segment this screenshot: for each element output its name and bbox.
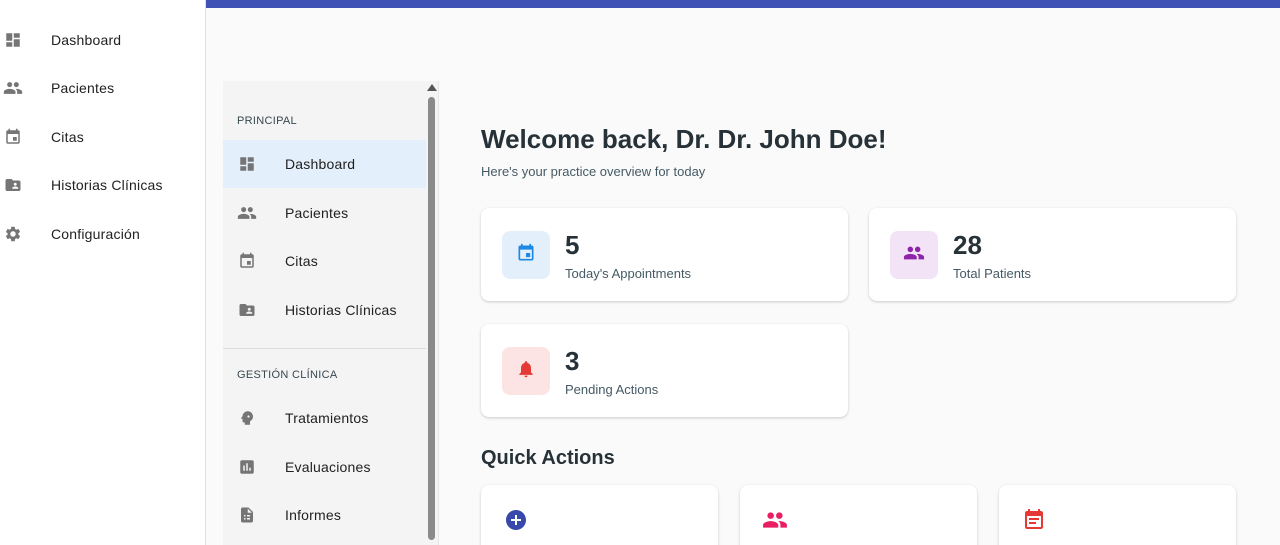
inner-nav-historias[interactable]: Historias Clínicas xyxy=(223,286,426,334)
psychology-icon xyxy=(237,408,257,428)
add-circle-icon xyxy=(503,507,529,533)
stat-badge xyxy=(502,231,550,279)
top-app-bar xyxy=(206,0,1280,8)
report-icon xyxy=(237,505,257,525)
stat-badge xyxy=(890,231,938,279)
inner-nav-label: Citas xyxy=(285,253,318,269)
stat-card-patients[interactable]: 28 Total Patients xyxy=(869,208,1236,301)
stat-label: Total Patients xyxy=(953,266,1032,281)
stat-label: Today's Appointments xyxy=(565,266,692,281)
inner-nav-label: Historias Clínicas xyxy=(285,302,397,318)
inner-nav-dashboard[interactable]: Dashboard xyxy=(223,140,426,188)
gear-icon xyxy=(3,224,23,244)
section-title-principal: PRINCIPAL xyxy=(237,115,297,127)
outer-nav-label: Pacientes xyxy=(51,80,115,96)
inner-nav-label: Pacientes xyxy=(285,205,349,221)
quick-action-patients[interactable] xyxy=(740,485,977,545)
scroll-up-arrow-icon[interactable] xyxy=(427,84,437,91)
people-icon xyxy=(903,242,925,269)
calendar-icon xyxy=(516,243,536,268)
inner-nav-label: Tratamientos xyxy=(285,410,369,426)
quick-action-new[interactable] xyxy=(481,485,718,545)
inner-nav-label: Informes xyxy=(285,507,342,523)
inner-nav-citas[interactable]: Citas xyxy=(223,237,426,285)
people-icon xyxy=(762,507,788,533)
calendar-icon xyxy=(3,127,23,147)
inner-nav-label: Dashboard xyxy=(285,156,356,172)
inner-nav-evaluaciones[interactable]: Evaluaciones xyxy=(223,443,426,491)
people-icon xyxy=(3,78,23,98)
bar-chart-icon xyxy=(237,457,257,477)
people-icon xyxy=(237,203,257,223)
quick-action-schedule[interactable] xyxy=(999,485,1236,545)
inner-nav-informes[interactable]: Informes xyxy=(223,491,426,539)
page-title: Welcome back, Dr. Dr. John Doe! xyxy=(481,124,887,154)
dashboard-icon xyxy=(237,154,257,174)
bell-icon xyxy=(516,359,536,384)
outer-nav-label: Historias Clínicas xyxy=(51,177,163,193)
outer-nav-pacientes[interactable]: Pacientes xyxy=(0,68,206,108)
stat-badge xyxy=(502,347,550,395)
scrollbar-thumb[interactable] xyxy=(428,97,435,540)
event-note-icon xyxy=(1021,507,1047,533)
inner-nav-label: Evaluaciones xyxy=(285,459,371,475)
outer-nav-label: Dashboard xyxy=(51,32,122,48)
quick-actions-title: Quick Actions xyxy=(481,447,615,469)
stat-value: 28 xyxy=(953,230,982,260)
inner-sidebar-scrollbar[interactable] xyxy=(426,81,438,545)
sidebar-divider xyxy=(438,81,439,545)
stat-card-pending[interactable]: 3 Pending Actions xyxy=(481,324,848,417)
section-title-gestion-clinica: GESTIÓN CLÍNICA xyxy=(237,369,338,381)
stat-value: 3 xyxy=(565,346,580,376)
outer-nav-configuracion[interactable]: Configuración xyxy=(0,214,206,254)
outer-nav-dashboard[interactable]: Dashboard xyxy=(0,20,206,60)
page-subtitle: Here's your practice overview for today xyxy=(481,164,706,179)
stat-value: 5 xyxy=(565,230,580,260)
outer-nav-historias[interactable]: Historias Clínicas xyxy=(0,165,206,205)
dashboard-icon xyxy=(3,30,23,50)
folder-shared-icon xyxy=(237,300,257,320)
folder-shared-icon xyxy=(3,175,23,195)
stat-label: Pending Actions xyxy=(565,382,659,397)
outer-nav-label: Citas xyxy=(51,129,84,145)
calendar-icon xyxy=(237,251,257,271)
outer-nav-label: Configuración xyxy=(51,226,140,242)
inner-nav-pacientes[interactable]: Pacientes xyxy=(223,189,426,237)
inner-nav-tratamientos[interactable]: Tratamientos xyxy=(223,394,426,442)
outer-nav-citas[interactable]: Citas xyxy=(0,117,206,157)
outer-sidebar: Dashboard Pacientes Citas Historias Clín… xyxy=(0,0,206,545)
section-divider xyxy=(223,348,426,349)
stat-card-appointments[interactable]: 5 Today's Appointments xyxy=(481,208,848,301)
